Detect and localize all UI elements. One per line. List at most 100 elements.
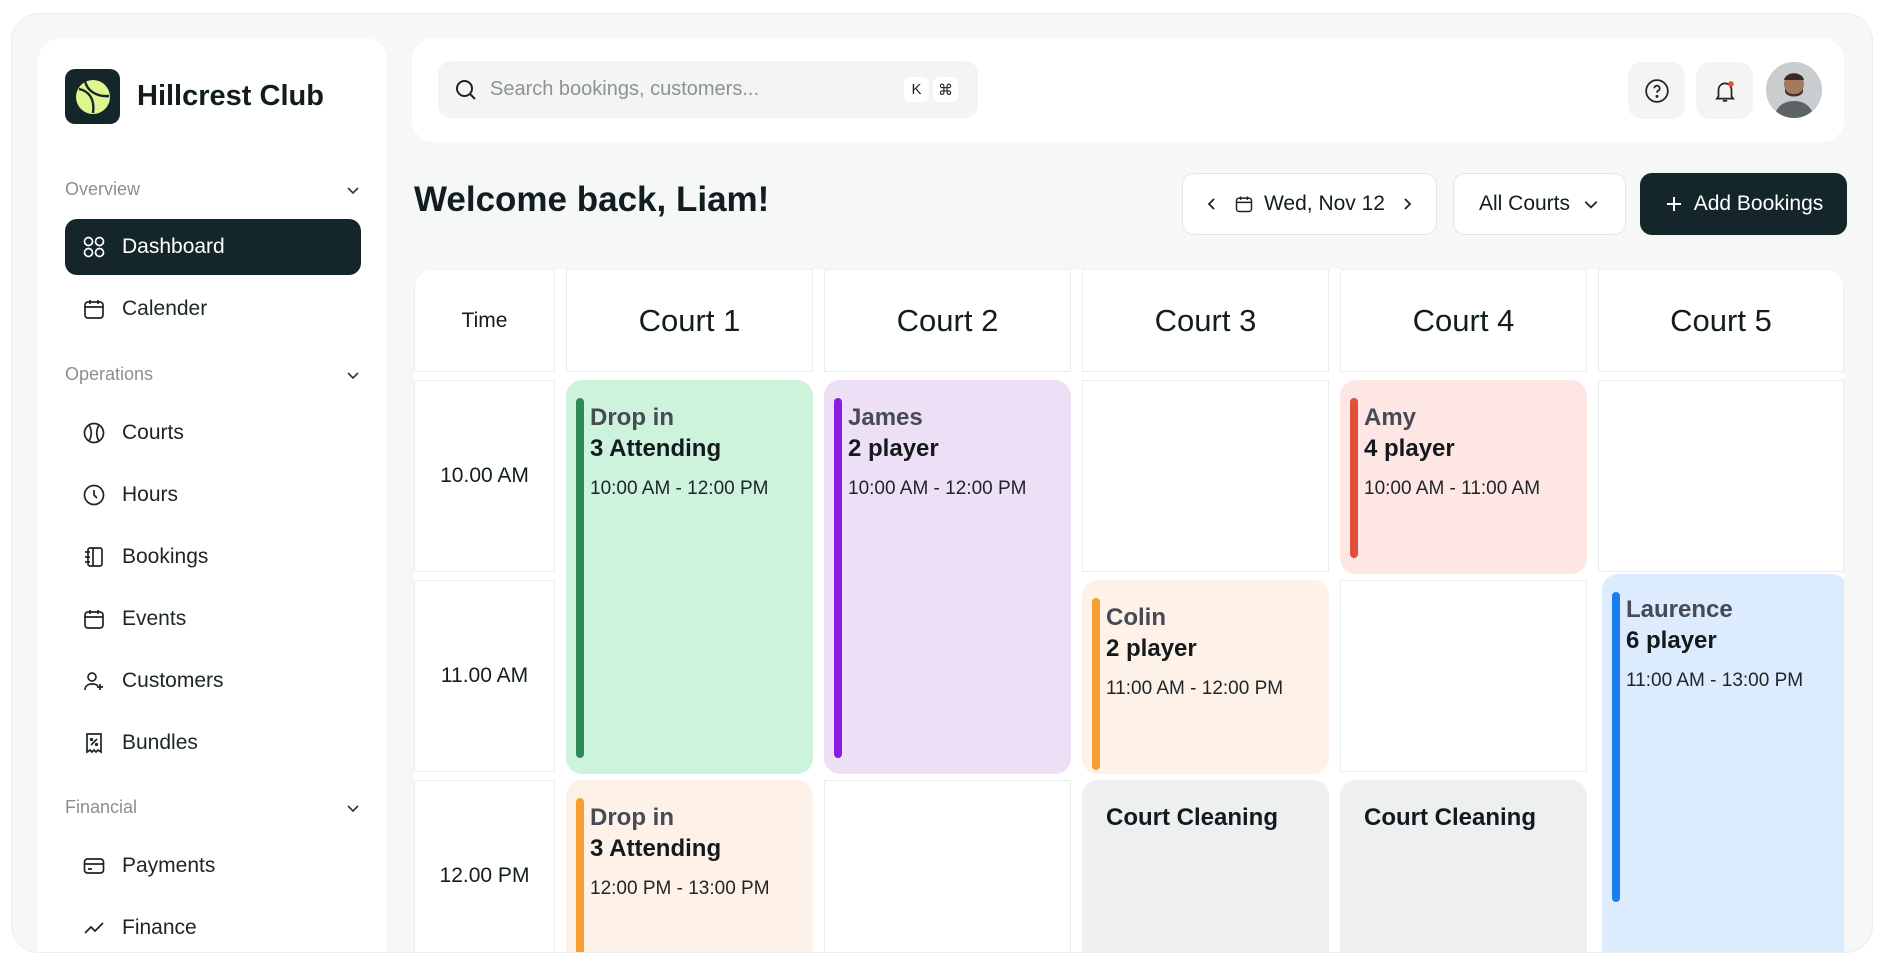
time-label: 10.00 AM xyxy=(440,464,529,487)
sidebar-item-customers[interactable]: Customers xyxy=(65,653,361,709)
calendar-icon xyxy=(81,606,107,632)
slot-cell[interactable] xyxy=(1598,380,1844,572)
sidebar-item-label: Hours xyxy=(122,483,179,506)
shortcut-key: K xyxy=(904,77,929,102)
add-bookings-label: Add Bookings xyxy=(1693,192,1824,215)
booking-card[interactable]: Colin 2 player 11:00 AM - 12:00 PM xyxy=(1082,580,1329,774)
sidebar-item-label: Payments xyxy=(122,854,216,877)
search-icon xyxy=(456,79,476,100)
booking-time: 11:00 AM - 13:00 PM xyxy=(1626,670,1804,691)
booking-time: 12:00 PM - 13:00 PM xyxy=(590,878,770,899)
booking-subtitle: 2 player xyxy=(848,435,939,462)
sidebar-item-calender[interactable]: Calender xyxy=(65,281,361,337)
time-label: 11.00 AM xyxy=(440,664,529,687)
court-header: Court 1 xyxy=(566,269,813,372)
chevron-down-icon xyxy=(347,804,359,812)
booking-color-bar xyxy=(576,798,584,952)
sidebar: Hillcrest Club Overview Dashboard Calend… xyxy=(38,38,387,952)
sidebar-item-payments[interactable]: Payments xyxy=(65,838,361,894)
booking-card[interactable]: Amy 4 player 10:00 AM - 11:00 AM xyxy=(1340,380,1587,574)
booking-name: Court Cleaning xyxy=(1364,804,1536,831)
sidebar-item-courts[interactable]: Courts xyxy=(65,405,361,461)
tennis-ball-logo-icon xyxy=(65,69,120,124)
booking-card[interactable]: Drop in 3 Attending 10:00 AM - 12:00 PM xyxy=(566,380,813,774)
court-cleaning-block[interactable]: Court Cleaning xyxy=(1082,780,1329,952)
sidebar-item-events[interactable]: Events xyxy=(65,591,361,647)
time-column-header: Time xyxy=(414,269,555,372)
section-overview-toggle[interactable]: Overview xyxy=(65,179,361,200)
booking-color-bar xyxy=(1612,592,1620,902)
booking-subtitle: 3 Attending xyxy=(590,435,722,462)
sidebar-item-label: Courts xyxy=(122,421,184,444)
user-plus-icon xyxy=(81,668,107,694)
date-picker[interactable]: Wed, Nov 12 xyxy=(1182,173,1437,235)
add-bookings-button[interactable]: Add Bookings xyxy=(1640,173,1847,235)
slot-cell[interactable] xyxy=(824,780,1071,952)
booking-subtitle: 4 player xyxy=(1364,435,1455,462)
chevron-left-icon[interactable] xyxy=(1205,197,1219,211)
booking-name: Court Cleaning xyxy=(1106,804,1278,831)
chevron-down-icon xyxy=(1584,201,1598,209)
court-header: Court 4 xyxy=(1340,269,1587,372)
time-label: 12.00 PM xyxy=(439,864,530,887)
booking-time: 11:00 AM - 12:00 PM xyxy=(1106,678,1284,699)
booking-card[interactable]: Laurence 6 player 11:00 AM - 13:00 PM xyxy=(1602,574,1844,952)
page-title: Welcome back, Liam! xyxy=(414,180,770,219)
sidebar-item-label: Finance xyxy=(122,916,197,939)
court-filter-dropdown[interactable]: All Courts xyxy=(1453,173,1626,235)
sidebar-item-label: Bundles xyxy=(122,731,198,754)
sidebar-item-label: Calender xyxy=(122,297,208,320)
schedule-grid: Time Court 1 Court 2 Court 3 Court 4 Cou… xyxy=(414,269,1844,952)
section-operations-toggle[interactable]: Operations xyxy=(65,364,361,385)
club-name: Hillcrest Club xyxy=(137,80,324,112)
clock-icon xyxy=(81,482,107,508)
sidebar-item-label: Customers xyxy=(122,669,224,692)
slot-cell[interactable] xyxy=(1082,380,1329,572)
booking-color-bar xyxy=(834,398,842,758)
chart-icon xyxy=(81,915,107,941)
booking-name: Amy xyxy=(1364,404,1417,431)
sidebar-item-bookings[interactable]: Bookings xyxy=(65,529,361,585)
booking-color-bar xyxy=(1092,598,1100,770)
calendar-icon xyxy=(81,296,107,322)
booking-subtitle: 2 player xyxy=(1106,635,1197,662)
date-display: Wed, Nov 12 xyxy=(1234,192,1385,216)
booking-card[interactable]: James 2 player 10:00 AM - 12:00 PM xyxy=(824,380,1071,774)
booking-name: Drop in xyxy=(590,804,674,831)
search-box[interactable]: K ⌘ xyxy=(438,61,978,118)
section-financial-toggle[interactable]: Financial xyxy=(65,797,361,818)
chevron-right-icon[interactable] xyxy=(1400,197,1414,211)
brand[interactable]: Hillcrest Club xyxy=(65,69,324,124)
booking-name: Colin xyxy=(1106,604,1166,631)
court-header: Court 2 xyxy=(824,269,1071,372)
slot-cell[interactable] xyxy=(1340,580,1587,772)
command-key-icon: ⌘ xyxy=(933,77,958,102)
help-icon xyxy=(1644,78,1669,103)
court-cleaning-block[interactable]: Court Cleaning xyxy=(1340,780,1587,952)
booking-color-bar xyxy=(576,398,584,758)
section-label: Overview xyxy=(65,179,141,199)
booking-subtitle: 3 Attending xyxy=(590,835,722,862)
sidebar-item-label: Bookings xyxy=(122,545,209,568)
booking-card[interactable]: Drop in 3 Attending 12:00 PM - 13:00 PM xyxy=(566,780,813,952)
plus-icon xyxy=(1666,197,1681,211)
booking-name: Laurence xyxy=(1626,596,1733,623)
help-button[interactable] xyxy=(1628,62,1685,119)
booking-name: Drop in xyxy=(590,404,674,431)
sidebar-item-hours[interactable]: Hours xyxy=(65,467,361,523)
sidebar-item-finance[interactable]: Finance xyxy=(65,900,361,952)
notifications-button[interactable] xyxy=(1696,62,1753,119)
booking-time: 10:00 AM - 12:00 PM xyxy=(590,478,769,499)
sidebar-item-bundles[interactable]: Bundles xyxy=(65,715,361,771)
user-avatar[interactable] xyxy=(1766,62,1822,118)
court-header: Court 5 xyxy=(1598,269,1844,372)
sidebar-item-dashboard[interactable]: Dashboard xyxy=(65,219,361,275)
search-input[interactable] xyxy=(490,78,870,101)
chevron-down-icon xyxy=(347,371,359,379)
section-label: Financial xyxy=(65,797,138,817)
booking-subtitle: 6 player xyxy=(1626,627,1717,654)
dashboard-grid-icon xyxy=(81,234,107,260)
calendar-icon xyxy=(1235,196,1253,213)
tennis-ball-icon xyxy=(81,420,107,446)
app-window: Hillcrest Club Overview Dashboard Calend… xyxy=(11,13,1873,953)
